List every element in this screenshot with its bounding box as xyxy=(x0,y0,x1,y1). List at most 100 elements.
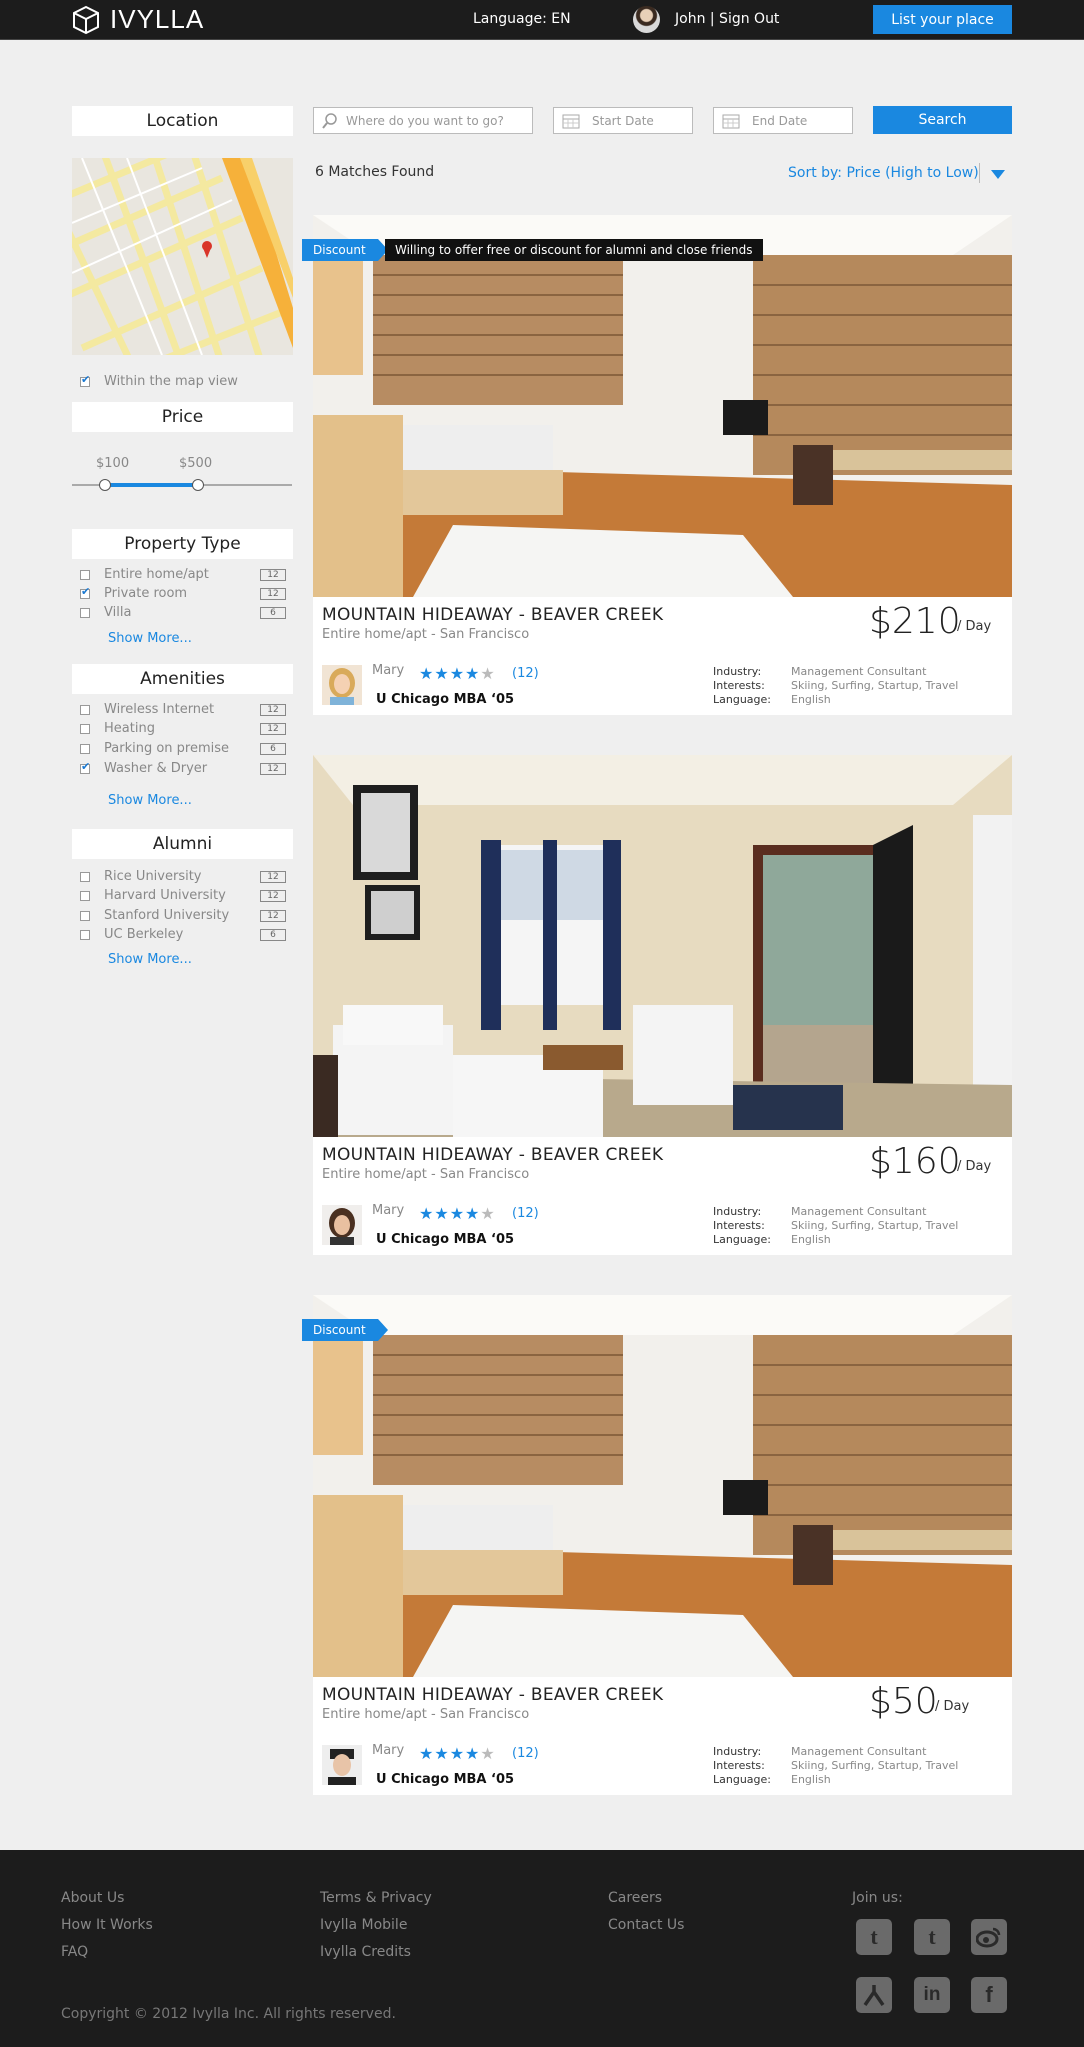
filter-option-parking[interactable]: Parking on premise 6 xyxy=(80,741,290,756)
listing-price-unit: / Day xyxy=(957,1159,992,1174)
checkbox-box[interactable] xyxy=(80,607,90,618)
filter-option-entire-home[interactable]: Entire home/apt 12 xyxy=(80,567,290,582)
discount-badge[interactable]: Discount xyxy=(302,1319,388,1341)
listing-subtitle: Entire home/apt - San Francisco xyxy=(322,1707,530,1722)
language-label: Language: xyxy=(713,1233,771,1246)
listing-price: $50 xyxy=(869,1681,938,1722)
alumni-show-more-link[interactable]: Show More... xyxy=(108,952,192,967)
filter-option-label: Entire home/apt xyxy=(104,567,209,582)
filter-option-label: Heating xyxy=(104,721,155,736)
language-selector[interactable]: Language: EN xyxy=(473,11,571,27)
listing-photo-living-room[interactable] xyxy=(313,755,1012,1137)
within-map-view-checkbox[interactable]: Within the map view xyxy=(80,373,300,389)
twitter-icon[interactable]: t xyxy=(914,1919,950,1955)
footer-link-careers[interactable]: Careers xyxy=(608,1890,662,1906)
filter-option-private-room[interactable]: Private room 12 xyxy=(80,585,290,601)
filter-option-rice[interactable]: Rice University 12 xyxy=(80,869,290,884)
industry-label: Industry: xyxy=(713,1745,762,1758)
host-avatar[interactable] xyxy=(322,1205,362,1245)
listing-title[interactable]: MOUNTAIN HIDEAWAY - BEAVER CREEK xyxy=(322,605,663,625)
price-max-label: $500 xyxy=(179,456,213,471)
filter-option-villa[interactable]: Villa 6 xyxy=(80,605,290,620)
facebook-icon[interactable]: f xyxy=(971,1977,1007,2013)
chevron-down-icon[interactable] xyxy=(991,170,1005,179)
footer-link-faq[interactable]: FAQ xyxy=(61,1944,88,1960)
listing-price: $210 xyxy=(869,601,961,642)
discount-tooltip: Willing to offer free or discount for al… xyxy=(385,239,763,261)
industry-value: Management Consultant xyxy=(791,1205,927,1218)
host-avatar[interactable] xyxy=(322,1745,362,1785)
review-count-link[interactable]: (12) xyxy=(512,666,539,681)
weibo-icon[interactable] xyxy=(971,1919,1007,1955)
filter-count-badge: 12 xyxy=(260,870,286,883)
user-avatar[interactable] xyxy=(633,6,660,33)
checkbox-box[interactable] xyxy=(80,723,90,734)
listing-photo-bedroom[interactable] xyxy=(313,215,1012,597)
checkbox-box[interactable] xyxy=(80,929,90,940)
filter-count-badge: 6 xyxy=(260,928,286,941)
user-menu[interactable]: John | Sign Out xyxy=(675,11,779,27)
property-show-more-link[interactable]: Show More... xyxy=(108,631,192,646)
listing-title[interactable]: MOUNTAIN HIDEAWAY - BEAVER CREEK xyxy=(322,1685,663,1705)
amenities-show-more-link[interactable]: Show More... xyxy=(108,793,192,808)
start-date-input[interactable]: Start Date xyxy=(553,107,693,134)
footer-link-how-it-works[interactable]: How It Works xyxy=(61,1917,153,1933)
tumblr-icon[interactable]: t xyxy=(856,1919,892,1955)
checkbox-box[interactable] xyxy=(80,910,90,921)
brand-logo[interactable]: IVYLLA xyxy=(72,4,204,35)
review-count-link[interactable]: (12) xyxy=(512,1206,539,1221)
sort-dropdown[interactable]: Sort by: Price (High to Low) xyxy=(788,165,979,181)
checkbox-box[interactable] xyxy=(80,743,90,754)
footer-link-credits[interactable]: Ivylla Credits xyxy=(320,1944,411,1960)
host-school: U Chicago MBA ‘05 xyxy=(376,1772,515,1787)
filter-option-label: Stanford University xyxy=(104,908,230,923)
filter-option-washer-dryer[interactable]: Washer & Dryer 12 xyxy=(80,760,290,776)
footer-link-mobile[interactable]: Ivylla Mobile xyxy=(320,1917,407,1933)
language-label: Language: xyxy=(713,1773,771,1786)
filter-option-wireless-internet[interactable]: Wireless Internet 12 xyxy=(80,702,290,717)
host-avatar[interactable] xyxy=(322,665,362,705)
checkbox-box[interactable] xyxy=(80,871,90,882)
linkedin-icon[interactable]: in xyxy=(914,1977,950,2013)
discount-badge[interactable]: Discount xyxy=(302,239,388,261)
filter-option-harvard[interactable]: Harvard University 12 xyxy=(80,888,290,903)
review-count-link[interactable]: (12) xyxy=(512,1746,539,1761)
listing-card[interactable]: Discount Willing to offer free or discou… xyxy=(302,215,1012,715)
listing-price-unit: / Day xyxy=(935,1699,970,1714)
checkbox-box[interactable] xyxy=(80,890,90,901)
checkbox-box[interactable] xyxy=(80,585,90,599)
copyright-text: Copyright © 2012 Ivylla Inc. All rights … xyxy=(61,2006,396,2022)
checkbox-box[interactable] xyxy=(80,704,90,715)
footer-link-contact[interactable]: Contact Us xyxy=(608,1917,684,1933)
interests-label: Interests: xyxy=(713,679,765,692)
checkbox-box[interactable] xyxy=(80,760,90,774)
destination-input[interactable]: Where do you want to go? xyxy=(313,107,533,134)
filter-option-heating[interactable]: Heating 12 xyxy=(80,721,290,736)
footer-link-about[interactable]: About Us xyxy=(61,1890,124,1906)
listing-card[interactable]: MOUNTAIN HIDEAWAY - BEAVER CREEK Entire … xyxy=(313,755,1012,1255)
list-your-place-button[interactable]: List your place xyxy=(873,5,1012,34)
price-slider-min-handle[interactable] xyxy=(99,479,111,491)
price-slider-max-handle[interactable] xyxy=(192,479,204,491)
listing-card[interactable]: Discount MOUNTAIN HIDEAWAY - BEAVER CREE… xyxy=(302,1295,1012,1795)
checkbox-box[interactable] xyxy=(80,373,90,387)
host-name[interactable]: Mary xyxy=(372,663,404,678)
filter-option-uc-berkeley[interactable]: UC Berkeley 6 xyxy=(80,927,290,942)
price-min-label: $100 xyxy=(96,456,130,471)
filter-option-label: Harvard University xyxy=(104,888,226,903)
host-name[interactable]: Mary xyxy=(372,1203,404,1218)
host-name[interactable]: Mary xyxy=(372,1743,404,1758)
end-date-input[interactable]: End Date xyxy=(713,107,853,134)
filter-option-label: Wireless Internet xyxy=(104,702,215,717)
interests-label: Interests: xyxy=(713,1759,765,1772)
location-map[interactable] xyxy=(72,158,293,355)
filter-count-badge: 12 xyxy=(260,909,286,922)
filter-option-label: Washer & Dryer xyxy=(104,761,208,776)
checkbox-box[interactable] xyxy=(80,569,90,580)
renren-icon[interactable] xyxy=(856,1977,892,2013)
listing-title[interactable]: MOUNTAIN HIDEAWAY - BEAVER CREEK xyxy=(322,1145,663,1165)
footer-link-terms[interactable]: Terms & Privacy xyxy=(320,1890,432,1906)
search-button[interactable]: Search xyxy=(873,106,1012,134)
filter-option-stanford[interactable]: Stanford University 12 xyxy=(80,908,290,923)
listing-photo-bedroom[interactable] xyxy=(313,1295,1012,1677)
